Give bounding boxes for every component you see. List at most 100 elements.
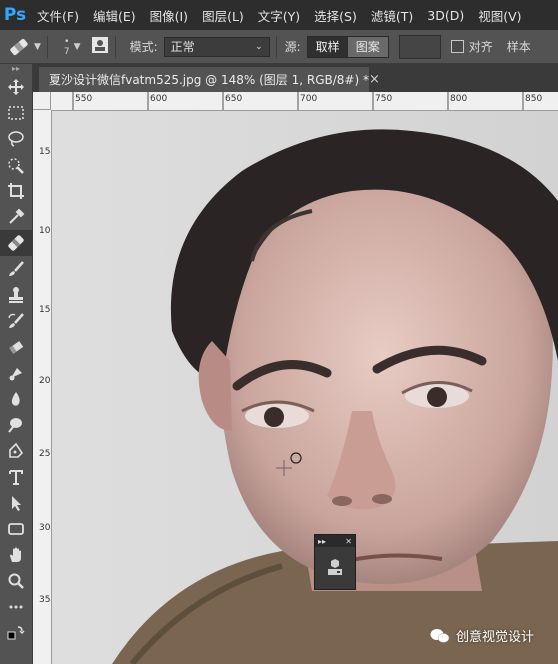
chevron-down-icon: ▼ [34,41,41,52]
ruler-label: 350 [39,595,51,605]
lasso-icon [8,131,24,147]
brush-size-picker[interactable]: • 7 [64,37,70,57]
blur-icon [11,392,20,406]
menu-type[interactable]: 文字(Y) [251,6,307,25]
ruler-label: 600 [150,94,168,104]
document-title: 夏沙设计微信fvatm525.jpg @ 148% (图层 1, RGB/8#)… [49,73,369,87]
quick-select-tool[interactable] [0,152,32,178]
more-tools[interactable] [0,594,32,620]
document-canvas[interactable] [52,111,558,664]
marquee-tool[interactable] [0,100,32,126]
menu-bar: Ps 文件(F) 编辑(E) 图像(I) 图层(L) 文字(Y) 选择(S) 滤… [0,0,558,30]
history-brush-tool[interactable] [0,308,32,334]
eyedropper-icon [9,208,25,224]
healing-brush-tool[interactable] [0,230,32,256]
quick-select-icon [8,158,24,174]
pattern-picker[interactable] [398,34,441,59]
eraser-icon [9,341,24,354]
close-icon[interactable]: ✕ [345,537,352,546]
source-pattern-button[interactable]: 图案 [347,36,388,57]
mode-value: 正常 [170,40,195,54]
clone-source-panel-icon[interactable] [326,559,344,577]
app-logo[interactable]: Ps [0,0,30,30]
path-select-tool[interactable] [0,490,32,516]
mode-label: 模式: [129,40,158,54]
blur-tool[interactable] [0,386,32,412]
healing-brush-icon [8,235,24,251]
brush-tool[interactable] [0,256,32,282]
ruler-origin[interactable] [33,92,51,110]
divider [46,35,48,58]
ruler-label: 100 [39,226,51,236]
horizontal-ruler[interactable]: 550 600 650 700 750 800 850 [51,92,558,111]
crop-tool[interactable] [0,178,32,204]
hand-icon [10,547,21,562]
panel-collapse-icon[interactable]: ▸▸ [0,64,32,74]
watermark-text: 创意视觉设计 [456,630,535,645]
document-tab[interactable]: 夏沙设计微信fvatm525.jpg @ 148% (图层 1, RGB/8#)… [39,67,380,92]
expand-icon[interactable]: ▸▸ [318,537,326,546]
aligned-label: 对齐 [468,40,493,54]
ruler-label: 750 [375,94,393,104]
chevron-down-icon: ⌄ [255,41,263,52]
options-bar: ▼ • 7 ▼ 模式: 正常 ⌄ 源: 取样 图案 对齐 样本 [0,30,558,64]
sampling-source-button[interactable] [91,36,109,58]
eraser-tool[interactable] [0,334,32,360]
divider [114,35,116,58]
more-icon [9,605,23,609]
rectangle-tool[interactable] [0,516,32,542]
source-sampled-button[interactable]: 取样 [307,36,348,57]
panel-body [315,547,355,589]
lasso-tool[interactable] [0,126,32,152]
path-select-icon [12,496,21,511]
dodge-icon [8,418,22,433]
close-icon[interactable]: × [369,72,380,87]
aligned-checkbox[interactable] [450,40,464,53]
source-toggle: 取样 图案 [306,35,389,58]
dodge-tool[interactable] [0,412,32,438]
clone-stamp-icon [9,287,23,303]
type-tool[interactable] [0,464,32,490]
ruler-label: 650 [225,94,243,104]
clone-stamp-tool[interactable] [0,282,32,308]
ruler-label: 150 [39,305,51,315]
source-label: 源: [284,40,301,54]
marquee-icon [8,106,24,120]
menu-edit[interactable]: 编辑(E) [86,6,143,25]
brush-size-value: 7 [63,46,70,57]
panel-header[interactable]: ▸▸ ✕ [315,535,355,547]
menu-file[interactable]: 文件(F) [30,6,86,25]
floating-panel[interactable]: ▸▸ ✕ [314,534,356,590]
divider [275,35,277,58]
vertical-ruler[interactable]: 150 100 150 200 250 300 350 [33,110,52,664]
menu-3d[interactable]: 3D(D) [420,8,471,23]
tools-panel: ▸▸ [0,64,33,664]
move-icon [8,79,24,95]
eyedropper-tool[interactable] [0,204,32,230]
menu-layer[interactable]: 图层(L) [195,6,251,25]
ruler-label: 200 [39,376,51,386]
ruler-label: 250 [39,449,51,459]
zoom-icon [8,573,24,589]
portrait-photo [52,111,558,664]
swap-colors-icon [7,626,25,640]
crop-icon [8,183,24,199]
zoom-tool[interactable] [0,568,32,594]
color-swatches[interactable] [0,620,32,646]
menu-view[interactable]: 视图(V) [471,6,528,25]
gradient-tool[interactable] [0,360,32,386]
ruler-label: 300 [39,523,51,533]
chevron-down-icon[interactable]: ▼ [74,42,81,52]
mode-select[interactable]: 正常 ⌄ [163,36,270,57]
pen-tool[interactable] [0,438,32,464]
tool-preset-picker[interactable]: ▼ [0,38,41,56]
history-brush-icon [8,313,24,328]
menu-select[interactable]: 选择(S) [307,6,364,25]
pen-icon [9,442,24,458]
menu-image[interactable]: 图像(I) [143,6,195,25]
menu-filter[interactable]: 滤镜(T) [364,6,420,25]
move-tool[interactable] [0,74,32,100]
watermark: 创意视觉设计 [430,626,534,645]
hand-tool[interactable] [0,542,32,568]
brush-icon [9,261,24,276]
